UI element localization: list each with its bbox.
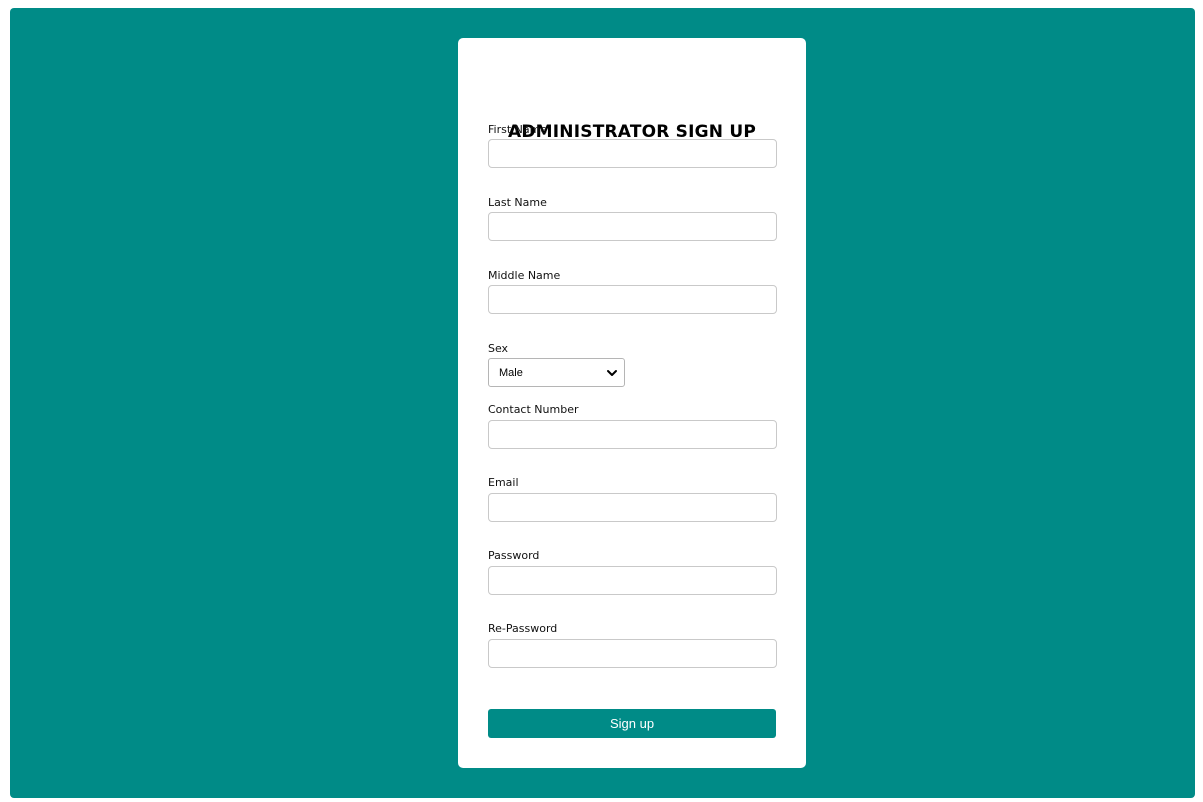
chevron-down-icon	[607, 370, 617, 376]
first-name-label: First Name	[488, 123, 548, 136]
re-password-label: Re-Password	[488, 622, 558, 635]
middle-name-label: Middle Name	[488, 269, 561, 282]
sex-select-value: Male	[499, 367, 523, 379]
sex-label: Sex	[488, 342, 509, 355]
email-input[interactable]	[488, 493, 777, 522]
middle-name-input[interactable]	[488, 285, 777, 314]
contact-number-input[interactable]	[488, 420, 777, 449]
email-label: Email	[488, 476, 519, 489]
password-label: Password	[488, 549, 540, 562]
sign-up-button[interactable]: Sign up	[488, 709, 776, 738]
last-name-input[interactable]	[488, 212, 777, 241]
first-name-input[interactable]	[488, 139, 777, 168]
last-name-label: Last Name	[488, 196, 547, 209]
contact-number-label: Contact Number	[488, 403, 579, 416]
sex-select[interactable]: Male	[488, 358, 625, 387]
password-input[interactable]	[488, 566, 777, 595]
re-password-input[interactable]	[488, 639, 777, 668]
